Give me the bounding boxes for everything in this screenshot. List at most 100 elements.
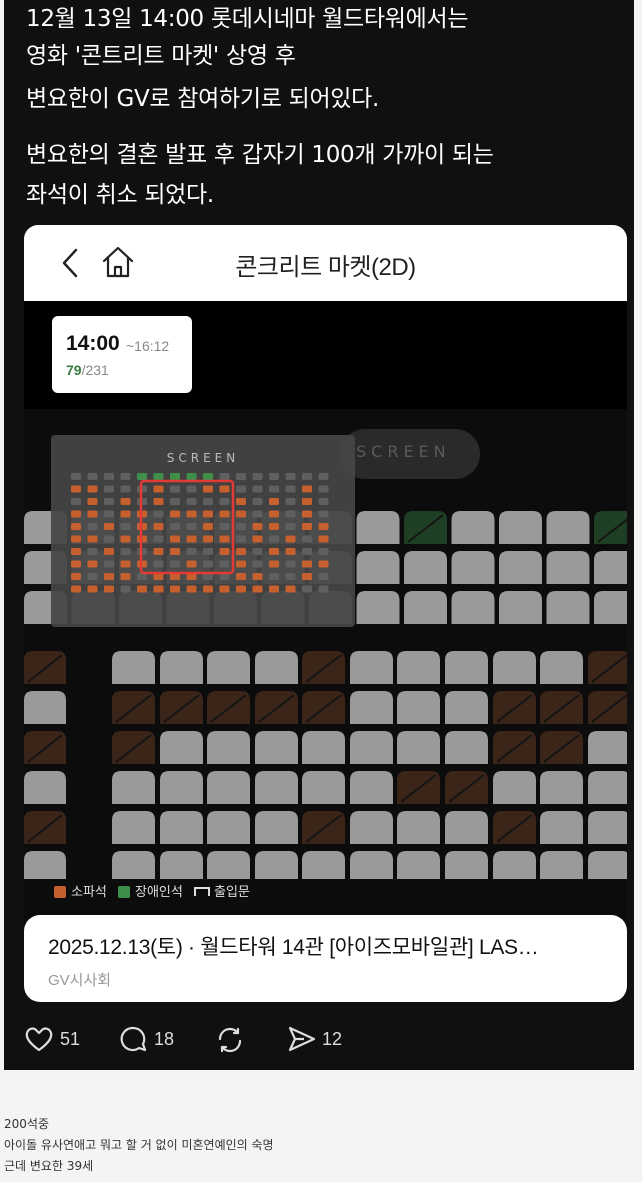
- seat[interactable]: [493, 651, 536, 684]
- seat[interactable]: [160, 811, 203, 844]
- seat[interactable]: [112, 771, 155, 804]
- seat[interactable]: [451, 511, 495, 544]
- seat[interactable]: [445, 651, 488, 684]
- seat[interactable]: [207, 771, 250, 804]
- seat[interactable]: [588, 811, 627, 844]
- sofa-seat-sold[interactable]: [445, 771, 488, 804]
- sofa-seat-sold[interactable]: [302, 651, 345, 684]
- seat[interactable]: [546, 591, 590, 624]
- seat[interactable]: [112, 851, 155, 879]
- seat[interactable]: [302, 771, 345, 804]
- sofa-seat-sold[interactable]: [302, 811, 345, 844]
- sofa-seat-sold[interactable]: [24, 811, 66, 844]
- seat[interactable]: [207, 651, 250, 684]
- seat[interactable]: [404, 551, 447, 584]
- seat[interactable]: [588, 771, 627, 804]
- seat[interactable]: [302, 851, 345, 879]
- showtime-info-card[interactable]: 2025.12.13(토) · 월드타워 14관 [아이즈모바일관] LAS… …: [24, 915, 627, 1002]
- seat[interactable]: [499, 551, 542, 584]
- seat[interactable]: [255, 851, 298, 879]
- seat[interactable]: [451, 591, 495, 624]
- seat[interactable]: [350, 771, 393, 804]
- seat[interactable]: [588, 851, 627, 879]
- seat[interactable]: [546, 551, 590, 584]
- seat[interactable]: [397, 811, 440, 844]
- seat[interactable]: [255, 731, 298, 764]
- seat[interactable]: [397, 691, 440, 724]
- sofa-seat-sold[interactable]: [24, 651, 66, 684]
- seat[interactable]: [350, 851, 393, 879]
- seat[interactable]: [445, 811, 488, 844]
- seat[interactable]: [397, 651, 440, 684]
- sofa-seat-sold[interactable]: [588, 691, 627, 724]
- comment-button[interactable]: 18: [118, 1024, 184, 1056]
- seat[interactable]: [112, 811, 155, 844]
- seat[interactable]: [350, 731, 393, 764]
- like-button[interactable]: 51: [24, 1024, 84, 1056]
- seat[interactable]: [451, 551, 495, 584]
- seat[interactable]: [404, 591, 447, 624]
- sofa-seat-sold[interactable]: [493, 731, 536, 764]
- sofa-seat-sold[interactable]: [255, 691, 298, 724]
- seat[interactable]: [594, 591, 627, 624]
- sofa-seat-sold[interactable]: [207, 691, 250, 724]
- accessible-seat-sold[interactable]: [594, 511, 627, 544]
- seat[interactable]: [350, 691, 393, 724]
- seat[interactable]: [499, 511, 542, 544]
- seat[interactable]: [499, 591, 542, 624]
- seat[interactable]: [356, 511, 400, 544]
- seat[interactable]: [445, 851, 488, 879]
- sofa-seat-sold[interactable]: [493, 811, 536, 844]
- seat[interactable]: [160, 651, 203, 684]
- seat[interactable]: [255, 771, 298, 804]
- seat[interactable]: [24, 771, 66, 804]
- seat[interactable]: [493, 771, 536, 804]
- seat[interactable]: [356, 591, 400, 624]
- sofa-seat-sold[interactable]: [160, 691, 203, 724]
- sofa-seat-sold[interactable]: [540, 691, 583, 724]
- seat[interactable]: [540, 651, 583, 684]
- showtime-card[interactable]: 14:00 ~16:12 79/231: [52, 316, 192, 393]
- seat[interactable]: [445, 691, 488, 724]
- seat[interactable]: [255, 811, 298, 844]
- seat[interactable]: [350, 811, 393, 844]
- seat[interactable]: [445, 731, 488, 764]
- accessible-seat-sold[interactable]: [404, 511, 447, 544]
- sofa-seat-sold[interactable]: [397, 771, 440, 804]
- seat[interactable]: [588, 731, 627, 764]
- sofa-seat-sold[interactable]: [112, 731, 155, 764]
- minimap-sofa-seat: [302, 523, 312, 530]
- seat[interactable]: [112, 651, 155, 684]
- seat[interactable]: [540, 771, 583, 804]
- seat[interactable]: [540, 851, 583, 879]
- sofa-seat-sold[interactable]: [112, 691, 155, 724]
- minimap-seat: [252, 510, 263, 518]
- share-button[interactable]: 12: [286, 1024, 350, 1056]
- seat[interactable]: [24, 851, 66, 879]
- repost-button[interactable]: [214, 1024, 248, 1056]
- seat[interactable]: [546, 511, 590, 544]
- seat[interactable]: [397, 731, 440, 764]
- seat[interactable]: [207, 851, 250, 879]
- sofa-seat-sold[interactable]: [588, 651, 627, 684]
- sofa-seat-sold[interactable]: [540, 731, 583, 764]
- seat[interactable]: [350, 651, 393, 684]
- seat[interactable]: [493, 851, 536, 879]
- seat[interactable]: [594, 551, 627, 584]
- seat[interactable]: [160, 851, 203, 879]
- seat[interactable]: [24, 691, 66, 724]
- sofa-seat-sold[interactable]: [24, 731, 66, 764]
- minimap-sofa-seat: [120, 560, 131, 568]
- seat[interactable]: [356, 551, 400, 584]
- seat[interactable]: [160, 731, 203, 764]
- sofa-seat-sold[interactable]: [493, 691, 536, 724]
- seat[interactable]: [302, 731, 345, 764]
- sofa-seat-sold[interactable]: [302, 691, 345, 724]
- seat[interactable]: [397, 851, 440, 879]
- minimap-sofa-seat: [137, 585, 147, 593]
- seat[interactable]: [160, 771, 203, 804]
- seat[interactable]: [255, 651, 298, 684]
- seat[interactable]: [540, 811, 583, 844]
- seat[interactable]: [207, 811, 250, 844]
- seat[interactable]: [207, 731, 250, 764]
